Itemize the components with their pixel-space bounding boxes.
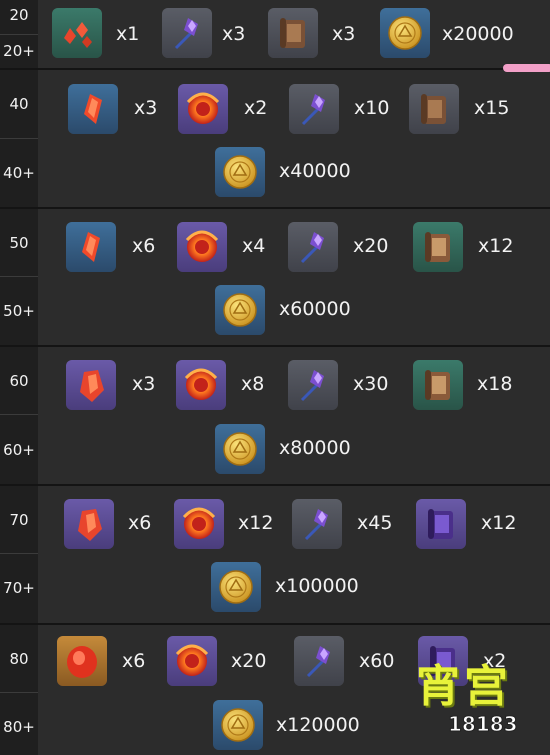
purple-flower-icon xyxy=(288,360,338,410)
row-separator xyxy=(0,484,550,486)
watermark-text: 宵宫 xyxy=(416,661,512,712)
site-watermark: 宵宫 18183 xyxy=(410,650,550,755)
item-quantity: x12 xyxy=(238,512,274,534)
row-separator xyxy=(0,207,550,209)
item-quantity: x20000 xyxy=(442,23,514,45)
green-scroll-icon xyxy=(413,360,463,410)
level-label: 40 xyxy=(9,95,29,113)
gold-coin-icon xyxy=(215,424,265,474)
item-quantity: x45 xyxy=(357,512,393,534)
red-crystal-shards-icon xyxy=(52,8,102,58)
red-crystal-large-icon xyxy=(64,499,114,549)
item-quantity: x15 xyxy=(474,97,510,119)
level-subseparator xyxy=(0,414,38,415)
item-quantity: x3 xyxy=(134,97,158,119)
gold-coin-icon xyxy=(215,285,265,335)
purple-flower-icon xyxy=(288,222,338,272)
purple-flower-icon xyxy=(162,8,212,58)
level-plus-label: 50+ xyxy=(3,302,35,320)
gold-coin-icon xyxy=(215,147,265,197)
item-quantity: x80000 xyxy=(279,437,351,459)
level-subseparator xyxy=(0,138,38,139)
fire-orb-icon xyxy=(178,84,228,134)
item-quantity: x60000 xyxy=(279,298,351,320)
purple-flower-icon xyxy=(292,499,342,549)
level-label: 20 xyxy=(9,6,29,24)
item-quantity: x60 xyxy=(359,650,395,672)
item-quantity: x40000 xyxy=(279,160,351,182)
level-label: 80 xyxy=(9,650,29,668)
level-plus-label: 60+ xyxy=(3,441,35,459)
fire-orb-icon xyxy=(167,636,217,686)
item-quantity: x3 xyxy=(332,23,356,45)
level-plus-label: 70+ xyxy=(3,579,35,597)
item-quantity: x20 xyxy=(231,650,267,672)
item-quantity: x10 xyxy=(354,97,390,119)
item-quantity: x20 xyxy=(353,235,389,257)
level-subseparator xyxy=(0,276,38,277)
level-subseparator xyxy=(0,692,38,693)
item-quantity: x1 xyxy=(116,23,140,45)
item-quantity: x120000 xyxy=(276,714,360,736)
level-label: 50 xyxy=(9,234,29,252)
level-subseparator xyxy=(0,553,38,554)
green-scroll-icon xyxy=(413,222,463,272)
item-quantity: x12 xyxy=(478,235,514,257)
item-quantity: x30 xyxy=(353,373,389,395)
level-plus-label: 20+ xyxy=(3,42,35,60)
item-quantity: x18 xyxy=(477,373,513,395)
red-crystal-large-icon xyxy=(66,360,116,410)
level-label: 70 xyxy=(9,511,29,529)
row-separator xyxy=(0,623,550,625)
level-plus-label: 40+ xyxy=(3,164,35,182)
purple-scroll-icon xyxy=(416,499,466,549)
item-quantity: x6 xyxy=(132,235,156,257)
brown-scroll-icon xyxy=(268,8,318,58)
row-separator xyxy=(0,345,550,347)
gold-coin-icon xyxy=(211,562,261,612)
level-plus-label: 80+ xyxy=(3,718,35,736)
fire-orb-icon xyxy=(176,360,226,410)
item-quantity: x100000 xyxy=(275,575,359,597)
watermark-site: 18183 xyxy=(448,712,519,737)
level-label: 60 xyxy=(9,372,29,390)
purple-flower-icon xyxy=(289,84,339,134)
fire-orb-icon xyxy=(177,222,227,272)
level-subseparator xyxy=(0,34,38,35)
item-quantity: x8 xyxy=(241,373,265,395)
gold-coin-icon xyxy=(380,8,430,58)
item-quantity: x6 xyxy=(128,512,152,534)
gold-coin-icon xyxy=(213,700,263,750)
item-quantity: x4 xyxy=(242,235,266,257)
row-separator xyxy=(0,68,550,70)
purple-flower-icon xyxy=(294,636,344,686)
red-crystal-icon xyxy=(68,84,118,134)
fire-orb-icon xyxy=(174,499,224,549)
item-quantity: x6 xyxy=(122,650,146,672)
item-quantity: x12 xyxy=(481,512,517,534)
scroll-indicator xyxy=(503,64,550,72)
item-quantity: x3 xyxy=(222,23,246,45)
brown-scroll-icon xyxy=(409,84,459,134)
item-quantity: x3 xyxy=(132,373,156,395)
red-gem-icon xyxy=(57,636,107,686)
red-crystal-icon xyxy=(66,222,116,272)
item-quantity: x2 xyxy=(244,97,268,119)
